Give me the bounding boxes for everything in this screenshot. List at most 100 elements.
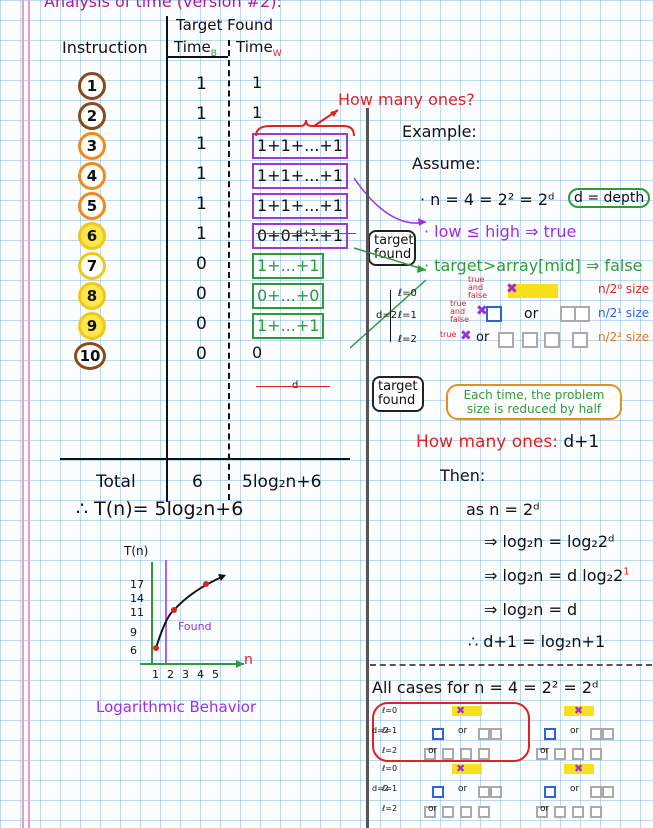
- mini-g2-1: [602, 728, 614, 740]
- time-w-5: 1+1+...+1: [252, 193, 349, 219]
- each-time-note: Each time, the problem size is reduced b…: [446, 384, 622, 420]
- mini-x-2: ✖: [456, 762, 466, 775]
- tree-l2-b1: [498, 332, 514, 348]
- header-underline: [168, 56, 228, 58]
- size-1: n/2¹ size: [598, 306, 650, 320]
- header-target-found: Target Found: [176, 16, 273, 34]
- mini-or2-0: or: [428, 746, 438, 756]
- mini-d2-0: d=2: [372, 726, 389, 735]
- tree-l1-box: [486, 306, 502, 322]
- dplus1-arrow: [256, 233, 356, 234]
- step-4: ∴ d+1 = log₂n+1: [468, 632, 606, 651]
- then-label: Then:: [440, 466, 486, 485]
- time-w-10: 0: [252, 343, 263, 362]
- step-2: ⇒ log₂n = d log₂21: [484, 566, 630, 585]
- time-b-9: 0: [196, 314, 207, 334]
- tree-l1-x: ✖: [476, 303, 488, 319]
- mini-g2-0: [490, 728, 502, 740]
- step-number-5: 5: [78, 192, 106, 220]
- tree-l2-or: or: [476, 330, 490, 345]
- time-b-10: 0: [196, 344, 207, 364]
- level-2: ℓ=2: [398, 334, 417, 345]
- mini-level-2-2: ℓ=2: [382, 804, 398, 813]
- time-b-7: 0: [196, 254, 207, 274]
- tree-l2-x: ✖: [460, 328, 472, 344]
- mini-leaf-3-3: [590, 806, 602, 818]
- time-b-3: 1: [196, 134, 207, 154]
- step-number-6: 6: [78, 222, 106, 250]
- page-title: Analysis of time (version #2):: [44, 0, 282, 11]
- step-3: ⇒ log₂n = d: [484, 600, 578, 619]
- step-number-7: 7: [78, 252, 106, 280]
- total-label: Total: [96, 472, 136, 492]
- time-w-9: 1+...+1: [252, 313, 325, 339]
- tree-l1-or: or: [524, 306, 539, 322]
- graph-point-3: [203, 581, 209, 587]
- mini-leaf-1-2: [572, 748, 584, 760]
- target-found-callout-2: target found: [372, 376, 424, 412]
- how-many-ones-result: How many ones: d+1: [416, 432, 600, 452]
- red-brace-arrow: [255, 109, 355, 137]
- mini-level-2-0: ℓ=0: [382, 764, 398, 773]
- time-w-8: 0+...+0: [252, 283, 325, 309]
- mini-leaf-2-1: [442, 806, 454, 818]
- time-b-6: 1: [196, 224, 207, 244]
- mini-or-3: or: [570, 784, 580, 794]
- total-b: 6: [192, 472, 203, 492]
- tree-l0-x: ✖: [506, 281, 518, 297]
- time-w-7: 1+...+1: [252, 253, 325, 279]
- depth-box: d = depth: [568, 188, 651, 208]
- mini-bbox-0: [432, 728, 444, 740]
- mini-leaf-2-2: [460, 806, 472, 818]
- mini-leaf-1-3: [590, 748, 602, 760]
- tree-l1-label: true and false: [450, 299, 470, 324]
- table-vline: [166, 16, 168, 502]
- d-arrow: [256, 386, 330, 387]
- mini-bbox-2: [432, 786, 444, 798]
- mini-d2-2: d=2: [372, 784, 389, 793]
- example-label: Example:: [402, 122, 477, 141]
- table-dashed-line: [228, 40, 230, 500]
- time-w-4: 1+1+...+1: [252, 163, 349, 189]
- graph-plot: [140, 560, 244, 668]
- graph-caption: Logarithmic Behavior: [96, 698, 257, 716]
- assume-label: Assume:: [412, 154, 481, 173]
- tree-l0-label: true and false: [468, 275, 488, 300]
- mini-x-3: ✖: [574, 762, 584, 775]
- total-line: [60, 458, 350, 460]
- step-1: ⇒ log₂n = log₂2ᵈ: [484, 532, 615, 551]
- therefore-formula: ∴ T(n)= 5log₂n+6: [76, 498, 244, 520]
- step-number-2: 2: [78, 102, 106, 130]
- graph-point-1: [153, 645, 159, 651]
- tree-l2-true: true: [440, 330, 457, 339]
- depth-d2: d=2: [376, 310, 398, 321]
- graph-point-2: [171, 607, 177, 613]
- mini-g1-3: [590, 786, 602, 798]
- level-0: ℓ=0: [398, 288, 417, 299]
- mini-level-0-0: ℓ=0: [382, 706, 398, 715]
- mini-or-2: or: [458, 784, 468, 794]
- mini-x-0: ✖: [456, 704, 466, 717]
- mini-leaf-1-1: [554, 748, 566, 760]
- tree-l1-alt2: [574, 306, 590, 322]
- section-dash: [370, 664, 652, 666]
- mini-bbox-3: [544, 786, 556, 798]
- tree-l2-b2: [522, 332, 538, 348]
- time-b-4: 1: [196, 164, 207, 184]
- mini-leaf-0-2: [460, 748, 472, 760]
- mini-level-0-2: ℓ=2: [382, 746, 398, 755]
- size-0: n/2⁰ size: [598, 282, 650, 296]
- log-graph: T(n) 17 14 11 9 6 12345 n Found: [100, 540, 270, 681]
- mini-g2-2: [490, 786, 502, 798]
- mini-leaf-3-1: [554, 806, 566, 818]
- header-instruction: Instruction: [62, 38, 148, 57]
- all-cases-label: All cases for n = 4 = 2² = 2ᵈ: [372, 678, 599, 697]
- mini-or-0: or: [458, 726, 468, 736]
- mini-or2-1: or: [540, 746, 550, 756]
- mini-or2-2: or: [428, 804, 438, 814]
- mini-leaf-0-3: [478, 748, 490, 760]
- mini-g1-0: [478, 728, 490, 740]
- mini-leaf-3-2: [572, 806, 584, 818]
- step-number-10: 10: [74, 342, 106, 370]
- margin-line-2: [28, 0, 30, 828]
